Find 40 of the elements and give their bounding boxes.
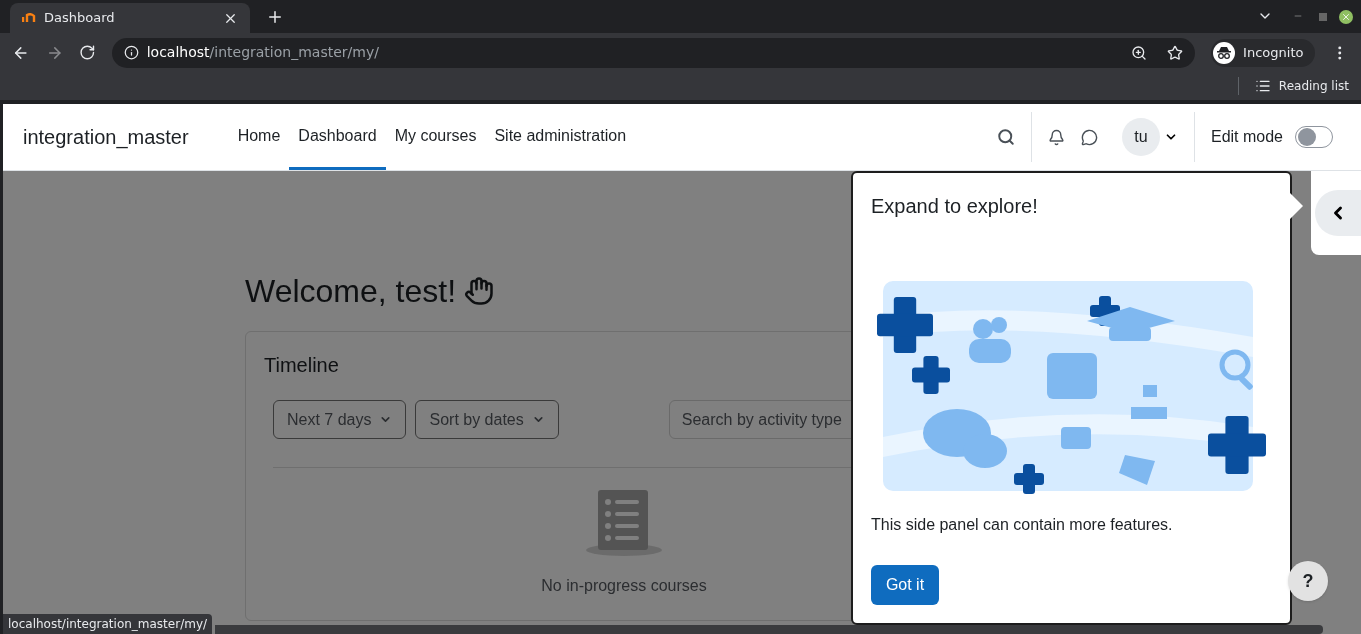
user-avatar[interactable]: tu xyxy=(1121,118,1160,156)
new-tab-icon[interactable] xyxy=(266,8,284,26)
search-icon[interactable] xyxy=(996,128,1015,146)
nav-link[interactable]: Site administration xyxy=(485,104,636,170)
zoom-icon[interactable] xyxy=(1131,44,1148,61)
horizontal-scrollbar[interactable] xyxy=(215,625,1323,634)
got-it-button[interactable]: Got it xyxy=(871,565,939,605)
tab-title: Dashboard xyxy=(44,9,116,28)
welcome-heading: Welcome, test! xyxy=(245,272,457,311)
browser-tab[interactable]: Dashboard xyxy=(10,3,250,33)
empty-list-icon xyxy=(584,490,664,556)
status-url: localhost/integration_master/my/ xyxy=(3,614,213,634)
nav-link[interactable]: Home xyxy=(228,104,290,170)
profile-button[interactable]: Incognito xyxy=(1211,38,1316,67)
address-bar[interactable]: localhost/integration_master/my/ xyxy=(111,37,1196,68)
close-window-button[interactable] xyxy=(1339,10,1353,24)
filter-dropdown[interactable]: Next 7 days xyxy=(273,400,407,439)
help-button[interactable]: ? xyxy=(1288,561,1328,601)
site-brand[interactable]: integration_master xyxy=(23,122,189,152)
list-icon xyxy=(1254,78,1271,94)
notification-bell-icon[interactable] xyxy=(1047,128,1065,146)
edit-mode-label: Edit mode xyxy=(1210,127,1283,147)
incognito-icon xyxy=(1213,41,1236,64)
reading-list-button[interactable]: Reading list xyxy=(1254,77,1349,95)
popover-body: This side panel can contain more features. xyxy=(871,515,1174,535)
nav-link[interactable]: My courses xyxy=(385,104,486,170)
empty-state-text: No in-progress courses xyxy=(541,576,707,596)
filter-dropdown[interactable]: Sort by dates xyxy=(415,400,559,439)
waving-hand-icon xyxy=(464,276,495,306)
timeline-title: Timeline xyxy=(264,353,340,378)
messages-icon[interactable] xyxy=(1080,128,1098,146)
url-text: localhost/integration_master/my/ xyxy=(146,43,379,62)
close-icon xyxy=(1341,12,1351,22)
site-logo-icon xyxy=(22,13,36,23)
info-icon[interactable] xyxy=(123,45,139,60)
popover-title: Expand to explore! xyxy=(871,194,1039,219)
bookmark-star-icon[interactable] xyxy=(1167,44,1184,61)
edit-mode-toggle[interactable] xyxy=(1295,126,1333,148)
open-drawer-button[interactable] xyxy=(1315,190,1361,236)
reload-icon[interactable] xyxy=(79,44,96,61)
